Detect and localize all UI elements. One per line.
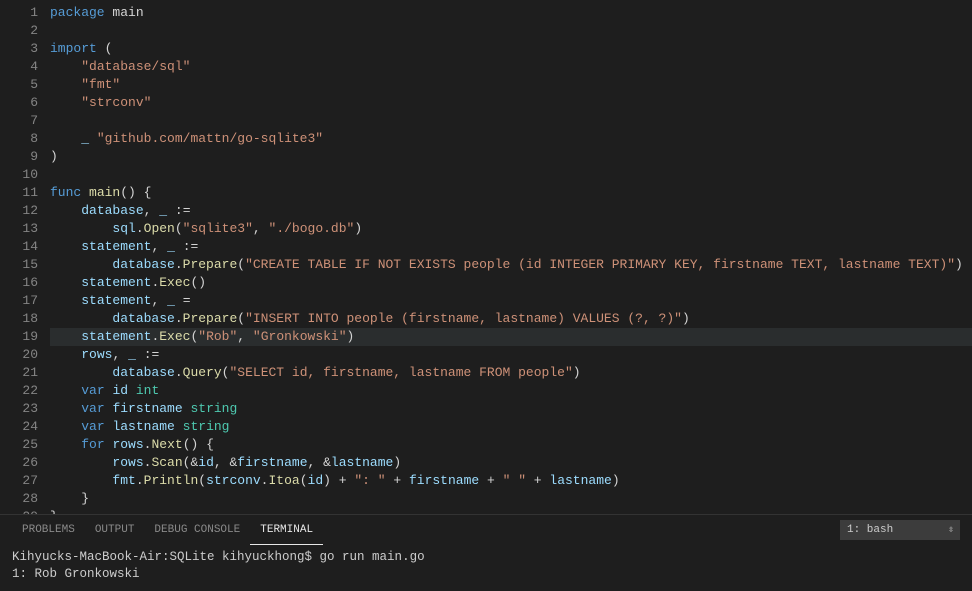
- line-number: 22: [0, 382, 38, 400]
- code-line[interactable]: [50, 166, 972, 184]
- line-number: 18: [0, 310, 38, 328]
- code-line[interactable]: "strconv": [50, 94, 972, 112]
- line-number: 7: [0, 112, 38, 130]
- line-number: 9: [0, 148, 38, 166]
- line-number: 14: [0, 238, 38, 256]
- code-line[interactable]: database.Query("SELECT id, firstname, la…: [50, 364, 972, 382]
- line-number: 12: [0, 202, 38, 220]
- panel-tabs: PROBLEMS OUTPUT DEBUG CONSOLE TERMINAL 1…: [0, 515, 972, 545]
- tab-output[interactable]: OUTPUT: [85, 515, 145, 545]
- line-number: 25: [0, 436, 38, 454]
- code-line[interactable]: database, _ :=: [50, 202, 972, 220]
- line-number: 5: [0, 76, 38, 94]
- tab-problems[interactable]: PROBLEMS: [12, 515, 85, 545]
- code-line[interactable]: sql.Open("sqlite3", "./bogo.db"): [50, 220, 972, 238]
- code-line[interactable]: statement, _ :=: [50, 238, 972, 256]
- line-number: 27: [0, 472, 38, 490]
- code-editor[interactable]: 1234567891011121314151617181920212223242…: [0, 0, 972, 514]
- line-number: 20: [0, 346, 38, 364]
- code-line[interactable]: var lastname string: [50, 418, 972, 436]
- line-number: 28: [0, 490, 38, 508]
- code-line[interactable]: import (: [50, 40, 972, 58]
- line-number: 17: [0, 292, 38, 310]
- line-number: 23: [0, 400, 38, 418]
- line-number: 10: [0, 166, 38, 184]
- line-number: 1: [0, 4, 38, 22]
- code-line[interactable]: ): [50, 148, 972, 166]
- code-line[interactable]: statement, _ =: [50, 292, 972, 310]
- code-line[interactable]: var firstname string: [50, 400, 972, 418]
- line-number: 15: [0, 256, 38, 274]
- code-line[interactable]: "fmt": [50, 76, 972, 94]
- code-line[interactable]: _ "github.com/mattn/go-sqlite3": [50, 130, 972, 148]
- bottom-panel: PROBLEMS OUTPUT DEBUG CONSOLE TERMINAL 1…: [0, 514, 972, 591]
- line-number: 3: [0, 40, 38, 58]
- code-line[interactable]: fmt.Println(strconv.Itoa(id) + ": " + fi…: [50, 472, 972, 490]
- line-number: 6: [0, 94, 38, 112]
- line-number: 11: [0, 184, 38, 202]
- line-number-gutter: 1234567891011121314151617181920212223242…: [0, 0, 50, 514]
- tab-terminal[interactable]: TERMINAL: [250, 515, 323, 545]
- code-line[interactable]: rows, _ :=: [50, 346, 972, 364]
- line-number: 8: [0, 130, 38, 148]
- line-number: 26: [0, 454, 38, 472]
- code-line[interactable]: statement.Exec(): [50, 274, 972, 292]
- line-number: 19: [0, 328, 38, 346]
- code-line[interactable]: statement.Exec("Rob", "Gronkowski"): [50, 328, 972, 346]
- code-line[interactable]: func main() {: [50, 184, 972, 202]
- line-number: 4: [0, 58, 38, 76]
- code-line[interactable]: [50, 22, 972, 40]
- code-line[interactable]: rows.Scan(&id, &firstname, &lastname): [50, 454, 972, 472]
- code-line[interactable]: "database/sql": [50, 58, 972, 76]
- tab-debug-console[interactable]: DEBUG CONSOLE: [144, 515, 250, 545]
- code-line[interactable]: var id int: [50, 382, 972, 400]
- line-number: 24: [0, 418, 38, 436]
- code-line[interactable]: [50, 112, 972, 130]
- terminal-output[interactable]: Kihyucks-MacBook-Air:SQLite kihyuckhong$…: [0, 545, 972, 591]
- code-line[interactable]: for rows.Next() {: [50, 436, 972, 454]
- line-number: 16: [0, 274, 38, 292]
- code-line[interactable]: database.Prepare("CREATE TABLE IF NOT EX…: [50, 256, 972, 274]
- line-number: 2: [0, 22, 38, 40]
- line-number: 13: [0, 220, 38, 238]
- code-line[interactable]: database.Prepare("INSERT INTO people (fi…: [50, 310, 972, 328]
- line-number: 21: [0, 364, 38, 382]
- code-area[interactable]: package main import ( "database/sql" "fm…: [50, 0, 972, 514]
- terminal-selector[interactable]: 1: bash: [840, 520, 960, 540]
- code-line[interactable]: }: [50, 490, 972, 508]
- code-line[interactable]: package main: [50, 4, 972, 22]
